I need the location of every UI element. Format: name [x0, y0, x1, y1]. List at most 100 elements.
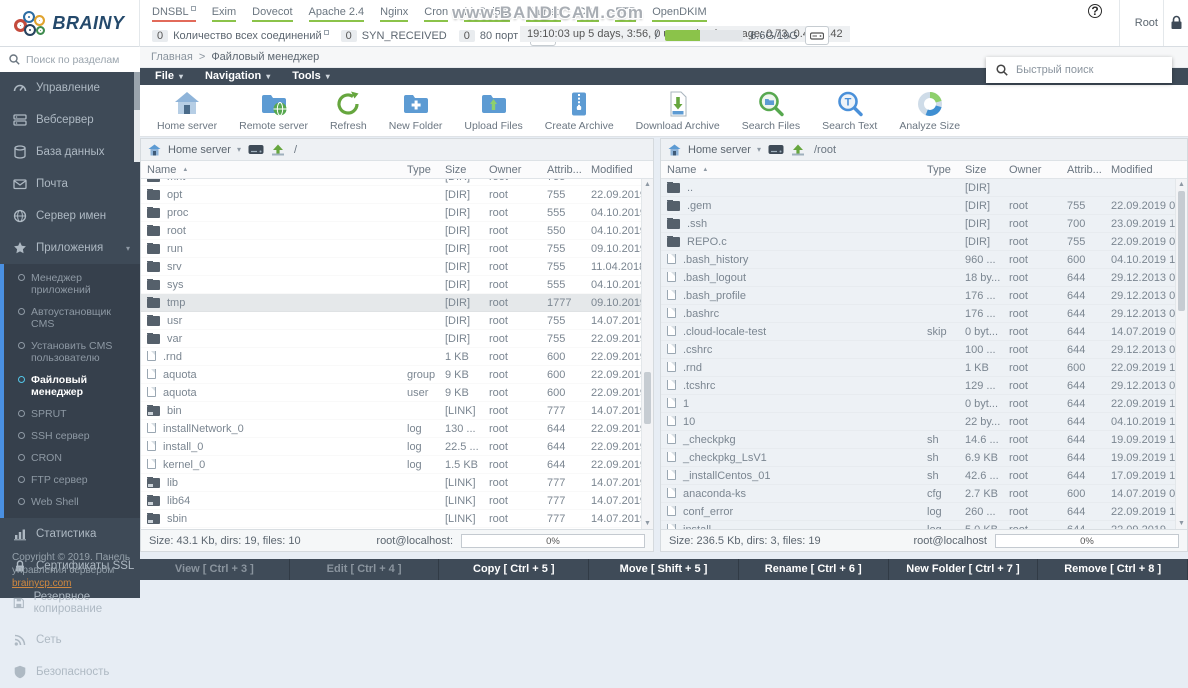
scroll-down-icon[interactable]: ▼: [1176, 520, 1187, 527]
counter-chip[interactable]: 0Количество всех соединений: [152, 30, 329, 42]
file-row[interactable]: .gem [DIR] root 755 22.09.2019 09:58...: [661, 197, 1175, 215]
file-row[interactable]: opt [DIR] root 755 22.09.2019 12:31...: [141, 186, 641, 204]
file-row[interactable]: _installCentos_01 sh 42.6 ... root 644 1…: [661, 467, 1175, 485]
brainy-logo[interactable]: BRAINY: [0, 0, 140, 47]
create-archive-button[interactable]: Create Archive: [534, 85, 625, 136]
sidebar-item-applications[interactable]: Приложения ▾: [0, 232, 140, 264]
sidebar-item-webserver[interactable]: Вебсервер: [0, 104, 140, 136]
right-scrollbar[interactable]: ▲▼: [1175, 179, 1187, 529]
sidebar-item-management[interactable]: Управление: [0, 72, 140, 104]
file-row[interactable]: .cshrc 100 ... root 644 29.12.2013 02:26…: [661, 341, 1175, 359]
file-row[interactable]: sbin [LINK] root 777 14.07.2019 04:14...: [141, 510, 641, 528]
file-row[interactable]: sys [DIR] root 555 04.10.2019 13:14...: [141, 276, 641, 294]
menu-tools[interactable]: Tools: [281, 68, 341, 85]
new-folder-button[interactable]: New Folder: [378, 85, 454, 136]
scroll-thumb[interactable]: [644, 372, 651, 424]
service-link[interactable]: Cron: [424, 6, 448, 22]
sidebar-subitem[interactable]: SSH сервер: [4, 425, 140, 447]
file-row[interactable]: REPO.c [DIR] root 755 22.09.2019 09:51..…: [661, 233, 1175, 251]
current-user-label[interactable]: Root: [1135, 17, 1158, 29]
counter-chip[interactable]: 080 порт: [459, 30, 518, 42]
upload-files-button[interactable]: Upload Files: [453, 85, 533, 136]
sidebar-subitem[interactable]: Автоустановщик CMS: [4, 301, 140, 335]
column-name[interactable]: Name: [141, 164, 401, 176]
sidebar-subitem[interactable]: Установить CMS пользователю: [4, 335, 140, 369]
remote-server-button[interactable]: Remote server: [228, 85, 319, 136]
sidebar-subitem[interactable]: FTP сервер: [4, 469, 140, 491]
file-row[interactable]: .cloud-locale-test skip 0 byt... root 64…: [661, 323, 1175, 341]
search-text-button[interactable]: T Search Text: [811, 85, 888, 136]
file-row[interactable]: .tcshrc 129 ... root 644 29.12.2013 02:2…: [661, 377, 1175, 395]
quick-search-input[interactable]: Быстрый поиск: [986, 57, 1172, 83]
refresh-button[interactable]: Refresh: [319, 85, 378, 136]
menu-navigation[interactable]: Navigation: [194, 68, 281, 85]
function-key-button[interactable]: Move [ Shift + 5 ]: [589, 559, 739, 580]
file-row[interactable]: srv [DIR] root 755 11.04.2018 04:59...: [141, 258, 641, 276]
file-row[interactable]: .. [DIR]: [661, 179, 1175, 197]
column-modified[interactable]: Modified: [585, 164, 653, 176]
file-row[interactable]: 10 22 by... root 644 04.10.2019 13:11...: [661, 413, 1175, 431]
file-row[interactable]: mnt [DIR] root 755: [141, 179, 641, 186]
scroll-down-icon[interactable]: ▼: [642, 520, 653, 527]
file-row[interactable]: var [DIR] root 755 22.09.2019 12:07...: [141, 330, 641, 348]
counter-chip[interactable]: 0SYN_RECEIVED: [341, 30, 447, 42]
sidebar-item-database[interactable]: База данных: [0, 136, 140, 168]
file-row[interactable]: lib64 [LINK] root 777 14.07.2019 04:14..…: [141, 492, 641, 510]
column-type[interactable]: Type: [401, 164, 439, 176]
file-row[interactable]: root [DIR] root 550 04.10.2019 13:11...: [141, 222, 641, 240]
file-row[interactable]: .bash_profile 176 ... root 644 29.12.201…: [661, 287, 1175, 305]
column-name[interactable]: Name: [661, 164, 921, 176]
function-key-button[interactable]: Edit [ Ctrl + 4 ]: [290, 559, 440, 580]
lock-icon[interactable]: [1170, 15, 1183, 30]
function-key-button[interactable]: Remove [ Ctrl + 8 ]: [1038, 559, 1188, 580]
scroll-thumb[interactable]: [1178, 191, 1185, 311]
left-scrollbar[interactable]: ▲▼: [641, 179, 653, 529]
left-disk-button[interactable]: [248, 144, 264, 155]
disk-button[interactable]: [805, 26, 829, 45]
scroll-up-icon[interactable]: ▲: [642, 181, 653, 188]
analyze-size-button[interactable]: Analyze Size: [888, 85, 971, 136]
column-size[interactable]: Size: [959, 164, 1003, 176]
file-row[interactable]: install log 5.0 KB root 644 22.09.2019 .…: [661, 521, 1175, 529]
file-row[interactable]: .bashrc 176 ... root 644 29.12.2013 02:2…: [661, 305, 1175, 323]
file-row[interactable]: anaconda-ks cfg 2.7 KB root 600 14.07.20…: [661, 485, 1175, 503]
sidebar-item-nameserver[interactable]: Сервер имен: [0, 200, 140, 232]
right-server-dropdown[interactable]: Home server: [688, 144, 761, 156]
column-type[interactable]: Type: [921, 164, 959, 176]
column-modified[interactable]: Modified: [1105, 164, 1187, 176]
file-row[interactable]: aquota user 9 KB root 600 22.09.2019 10:…: [141, 384, 641, 402]
sidebar-subitem[interactable]: SPRUT: [4, 403, 140, 425]
sidebar-search-input[interactable]: Поиск по разделам: [0, 47, 140, 72]
file-row[interactable]: usr [DIR] root 755 14.07.2019 04:14...: [141, 312, 641, 330]
file-row[interactable]: proc [DIR] root 555 04.10.2019 13:14...: [141, 204, 641, 222]
file-row[interactable]: tmp [DIR] root 1777 09.10.2019 17:12...: [141, 294, 641, 312]
file-row[interactable]: install_0 log 22.5 ... root 644 22.09.20…: [141, 438, 641, 456]
file-row[interactable]: .bash_logout 18 by... root 644 29.12.201…: [661, 269, 1175, 287]
sidebar-subitem[interactable]: CRON: [4, 447, 140, 469]
file-row[interactable]: .ssh [DIR] root 700 23.09.2019 10:15...: [661, 215, 1175, 233]
sidebar-item-security[interactable]: Безопасность: [0, 656, 140, 688]
file-row[interactable]: conf_error log 260 ... root 644 22.09.20…: [661, 503, 1175, 521]
file-row[interactable]: kernel_0 log 1.5 KB root 644 22.09.2019 …: [141, 456, 641, 474]
sidebar-item-mail[interactable]: Почта: [0, 168, 140, 200]
function-key-button[interactable]: Rename [ Ctrl + 6 ]: [739, 559, 889, 580]
sidebar-subitem[interactable]: Менеджер приложений: [4, 267, 140, 301]
column-owner[interactable]: Owner: [483, 164, 541, 176]
left-server-dropdown[interactable]: Home server: [168, 144, 241, 156]
function-key-button[interactable]: View [ Ctrl + 3 ]: [140, 559, 290, 580]
sidebar-item-network[interactable]: Сеть: [0, 624, 140, 656]
sidebar-item-statistics[interactable]: Статистика: [0, 518, 140, 550]
column-owner[interactable]: Owner: [1003, 164, 1061, 176]
file-row[interactable]: 1 0 byt... root 644 22.09.2019 11:51...: [661, 395, 1175, 413]
brainycp-link[interactable]: brainycp.com: [12, 578, 71, 589]
file-row[interactable]: bin [LINK] root 777 14.07.2019 04:14...: [141, 402, 641, 420]
menu-file[interactable]: File: [144, 68, 194, 85]
file-row[interactable]: _checkpkg_LsV1 sh 6.9 KB root 644 19.09.…: [661, 449, 1175, 467]
service-link[interactable]: Exim: [212, 6, 236, 22]
file-row[interactable]: .rnd 1 KB root 600 22.09.2019 12:03...: [141, 348, 641, 366]
file-row[interactable]: aquota group 9 KB root 600 22.09.2019 10…: [141, 366, 641, 384]
home-server-button[interactable]: Home server: [146, 85, 228, 136]
service-link[interactable]: OpenDKIM: [652, 6, 706, 22]
column-attrib[interactable]: Attrib...: [541, 164, 585, 176]
column-size[interactable]: Size: [439, 164, 483, 176]
